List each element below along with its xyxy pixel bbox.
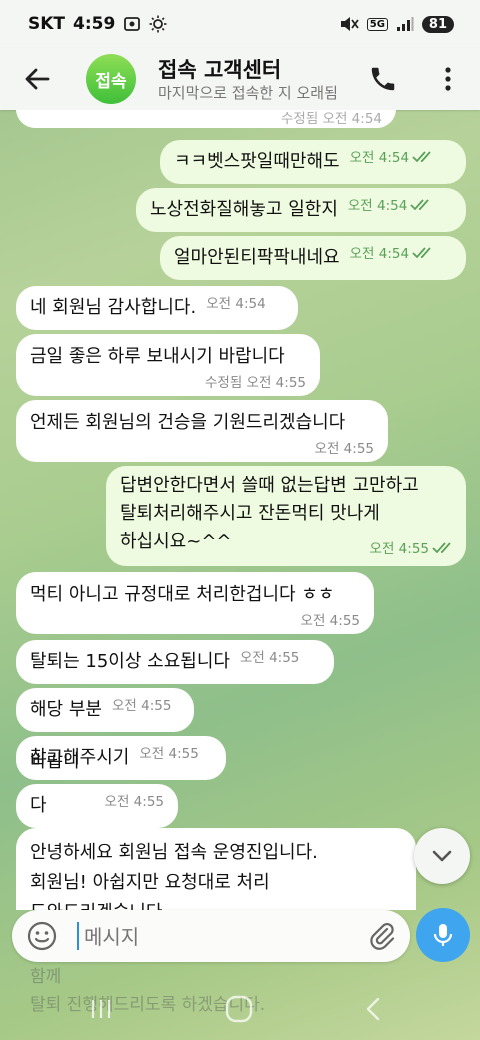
- message-bubble-outgoing[interactable]: 노상전화질해놓고 일한지 오전 4:54: [136, 188, 466, 232]
- message-text-line: 답변안한다면서 쓸때 없는답변 고만하고: [120, 475, 419, 496]
- screenshot-icon: [124, 17, 141, 31]
- message-text: 먹티 아니고 규정대로 처리한겁니다 ㅎㅎ: [30, 584, 335, 605]
- message-bubble-outgoing[interactable]: ㅋㅋ벳스팟일때만해도 오전 4:54: [160, 140, 466, 184]
- message-time: 오전 4:54: [350, 239, 434, 280]
- message-text: 해당 부분: [30, 699, 102, 720]
- message-time: 오전 4:55: [139, 746, 199, 762]
- status-bar: SKT 4:59 5G 81: [0, 0, 480, 48]
- double-check-icon: [412, 247, 431, 259]
- message-bubble-incoming[interactable]: 먹티 아니고 규정대로 처리한겁니다 ㅎㅎ 오전 4:55: [16, 572, 374, 634]
- message-time: 오전 4:55: [239, 650, 300, 666]
- microphone-icon: [433, 924, 453, 946]
- message-text: 바랍니다: [30, 751, 80, 816]
- arrow-left-icon[interactable]: [22, 64, 52, 94]
- home-icon[interactable]: [224, 994, 254, 1024]
- avatar[interactable]: 접속: [86, 54, 136, 104]
- chevron-down-icon: [432, 850, 452, 862]
- message-bubble-incoming[interactable]: 바랍니다 오전 4:55: [16, 751, 178, 828]
- message-text: 얼마안된티팍팍내네요: [174, 247, 340, 268]
- message-text: 노상전화질해놓고 일한지: [150, 199, 338, 220]
- message-bubble-incoming[interactable]: 해당 부분 오전 4:55: [16, 688, 194, 732]
- recent-apps-icon[interactable]: [88, 996, 114, 1022]
- emoji-icon[interactable]: [26, 920, 58, 952]
- message-time: 오전 4:54: [206, 296, 266, 312]
- message-text: 탈퇴는 15이상 소요됩니다: [30, 651, 230, 672]
- message-bubble-outgoing[interactable]: 답변안한다면서 쓸때 없는답변 고만하고 탈퇴처리해주시고 잔돈먹티 맛나게 하…: [106, 466, 466, 566]
- message-time: 오전 4:55: [111, 698, 172, 714]
- message-text: 네 회원님 감사합니다.: [30, 297, 197, 318]
- back-nav-icon[interactable]: [362, 996, 386, 1022]
- message-list[interactable]: 수정됨 오전 4:54 ㅋㅋ벳스팟일때만해도 오전 4:54 노상전화질해놓고 …: [0, 110, 480, 910]
- signal-icon: [396, 17, 414, 31]
- message-time: 오전 4:55: [300, 613, 360, 629]
- message-bubble-partial[interactable]: 수정됨 오전 4:54: [16, 110, 396, 128]
- message-text-line: 도와드리겠습니다: [30, 898, 402, 910]
- mute-icon: [340, 17, 359, 31]
- system-nav-bar: [0, 976, 480, 1040]
- message-bubble-incoming[interactable]: 언제든 회원님의 건승을 기원드리겠습니다 오전 4:55: [16, 400, 388, 462]
- message-bubble-outgoing[interactable]: 얼마안된티팍팍내네요 오전 4:54: [160, 236, 466, 280]
- message-time: 오전 4:54: [348, 191, 432, 232]
- double-check-icon: [432, 542, 451, 554]
- microphone-button[interactable]: [416, 908, 470, 962]
- message-text: 금일 좋은 하루 보내시기 바랍니다: [30, 346, 285, 367]
- message-text-line: 탈퇴처리해주시고 잔돈먹티 맛나게: [120, 503, 380, 524]
- message-time: 오전 4:55: [104, 794, 164, 810]
- scroll-to-bottom-button[interactable]: [414, 828, 470, 884]
- carrier-label: SKT: [28, 14, 66, 34]
- message-time: 오전 4:55: [314, 441, 374, 457]
- message-time: 수정됨 오전 4:55: [205, 375, 306, 391]
- message-text-line: 안녕하세요 회원님 접속 운영진입니다.: [30, 842, 318, 863]
- message-input[interactable]: [82, 918, 356, 956]
- message-bubble-incoming[interactable]: 탈퇴는 15이상 소요됩니다 오전 4:55: [16, 640, 334, 684]
- chat-header: 접속 접속 고객센터 마지막으로 접속한 지 오래됨: [0, 48, 480, 110]
- double-check-icon: [412, 151, 431, 163]
- clock: 4:59: [73, 14, 116, 34]
- battery-indicator: 81: [421, 15, 454, 33]
- text-cursor: [77, 922, 79, 950]
- message-composer: [12, 910, 410, 962]
- message-bubble-incoming[interactable]: 금일 좋은 하루 보내시기 바랍니다 수정됨 오전 4:55: [16, 334, 320, 396]
- message-text-line: 회원님! 아쉽지만 요청대로 처리: [30, 872, 270, 893]
- message-bubble-incoming[interactable]: 네 회원님 감사합니다. 오전 4:54: [16, 286, 298, 330]
- message-time: 오전 4:54: [350, 143, 434, 184]
- message-text: 언제든 회원님의 건승을 기원드리겠습니다: [30, 412, 346, 433]
- chat-title[interactable]: 접속 고객센터: [158, 54, 281, 84]
- double-check-icon: [410, 199, 430, 211]
- more-vert-icon[interactable]: [436, 64, 460, 94]
- message-meta: 수정됨 오전 4:54: [281, 111, 382, 127]
- message-time: 오전 4:55: [370, 540, 454, 558]
- network-type: 5G: [366, 17, 388, 31]
- paperclip-icon[interactable]: [366, 920, 398, 952]
- message-bubble-incoming[interactable]: 안녕하세요 회원님 접속 운영진입니다. 회원님! 아쉽지만 요청대로 처리 도…: [16, 828, 416, 910]
- brightness-icon: [149, 15, 167, 33]
- message-text: ㅋㅋ벳스팟일때만해도: [174, 151, 340, 172]
- last-seen-status: 마지막으로 접속한 지 오래됨: [158, 84, 338, 102]
- phone-icon[interactable]: [368, 64, 398, 94]
